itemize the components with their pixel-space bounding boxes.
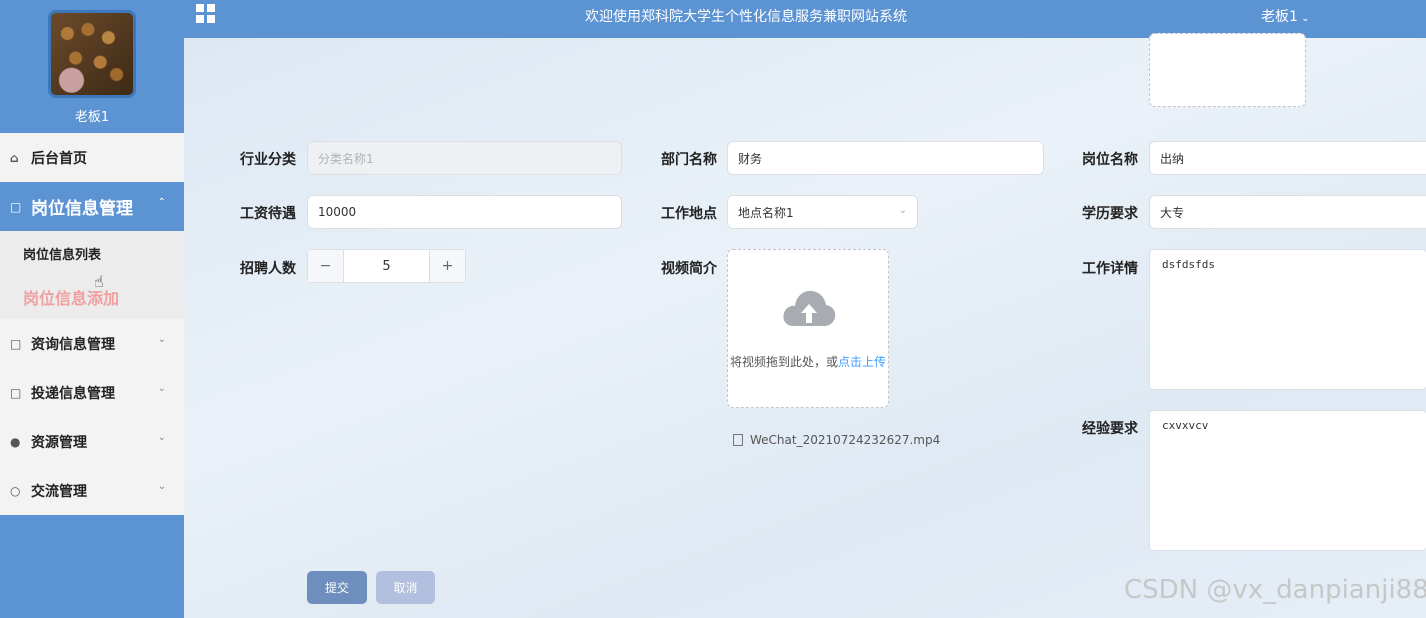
- sidebar-item-label: 资询信息管理: [31, 336, 115, 353]
- increment-button[interactable]: +: [430, 250, 465, 282]
- location-select[interactable]: 地点名称1 ⌄: [727, 195, 918, 229]
- sidebar-username: 老板1: [74, 110, 110, 125]
- sidebar-item-job-management[interactable]: □ 岗位信息管理 ⌃: [0, 182, 184, 231]
- salary-field[interactable]: 10000: [307, 195, 622, 229]
- sidebar-item-exchange-management[interactable]: ○ 交流管理 ⌄: [0, 466, 184, 515]
- sidebar-item-resource-management[interactable]: ● 资源管理 ⌄: [0, 417, 184, 466]
- submenu-item-label: 岗位信息列表: [23, 247, 102, 263]
- industry-placeholder: 分类名称1: [318, 151, 374, 166]
- chevron-down-icon: ⌄: [1297, 13, 1310, 24]
- sidebar-item-label: 后台首页: [31, 150, 87, 167]
- upload-hint: 将视频拖到此处，或点击上传: [728, 353, 888, 370]
- industry-label: 行业分类: [240, 152, 296, 168]
- salary-value: 10000: [318, 205, 357, 219]
- location-pin-icon: ●: [10, 434, 21, 449]
- submit-button[interactable]: 提交: [307, 571, 367, 604]
- sidebar-item-label: 资源管理: [31, 434, 87, 451]
- uploaded-file-name: WeChat_20210724232627.mp4: [750, 433, 941, 447]
- position-field[interactable]: 出纳: [1149, 141, 1426, 175]
- chevron-down-icon: ⌄: [898, 205, 907, 216]
- sidebar: 老板1 ⌂ 后台首页 □ 岗位信息管理 ⌃ 岗位信息列表 岗位信息添加 □ 资询…: [0, 0, 184, 618]
- video-upload-area[interactable]: 将视频拖到此处，或点击上传: [727, 249, 889, 408]
- department-field[interactable]: 财务: [727, 141, 1044, 175]
- sidebar-item-consult-management[interactable]: □ 资询信息管理 ⌄: [0, 319, 184, 368]
- upload-link[interactable]: 点击上传: [838, 355, 886, 369]
- hand-cursor-icon: ☝: [94, 272, 104, 291]
- headcount-value[interactable]: 5: [343, 250, 430, 282]
- department-value: 财务: [738, 151, 763, 166]
- sidebar-item-label: 交流管理: [31, 483, 87, 500]
- chevron-down-icon: ⌄: [157, 432, 166, 443]
- avatar[interactable]: [48, 10, 136, 98]
- cloud-upload-icon: [783, 290, 836, 326]
- home-icon: ⌂: [10, 150, 19, 165]
- sidebar-item-delivery-management[interactable]: □ 投递信息管理 ⌄: [0, 368, 184, 417]
- submenu-item-job-list[interactable]: 岗位信息列表: [0, 231, 184, 275]
- experience-textarea[interactable]: cxvxvcv: [1149, 410, 1426, 551]
- main-content: 行业分类 分类名称1 部门名称 财务 岗位名称 出纳 工资待遇 10000 工作…: [184, 33, 1426, 618]
- headcount-label: 招聘人数: [240, 261, 296, 277]
- submenu-item-job-add[interactable]: 岗位信息添加: [0, 275, 184, 319]
- details-textarea[interactable]: dsfdsfds: [1149, 249, 1426, 390]
- document-icon: □: [10, 385, 22, 400]
- headcount-stepper[interactable]: − 5 +: [307, 249, 466, 283]
- uploaded-file[interactable]: WeChat_20210724232627.mp4: [733, 433, 940, 447]
- document-icon: □: [10, 199, 22, 214]
- video-label: 视频简介: [661, 261, 717, 277]
- user-dropdown[interactable]: 老板1 ⌄: [1261, 6, 1309, 26]
- education-label: 学历要求: [1082, 206, 1138, 222]
- sidebar-item-label: 岗位信息管理: [31, 199, 133, 219]
- position-label: 岗位名称: [1082, 152, 1138, 168]
- site-title: 欢迎使用郑科院大学生个性化信息服务兼职网站系统: [585, 9, 907, 25]
- chevron-up-icon: ⌃: [157, 197, 166, 208]
- submenu: 岗位信息列表 岗位信息添加: [0, 231, 184, 319]
- chat-icon: ○: [10, 483, 21, 498]
- experience-label: 经验要求: [1082, 421, 1138, 437]
- sidebar-menu: ⌂ 后台首页 □ 岗位信息管理 ⌃ 岗位信息列表 岗位信息添加 □ 资询信息管理…: [0, 133, 184, 515]
- menu-grid-icon[interactable]: [196, 4, 215, 23]
- document-icon: □: [10, 336, 22, 351]
- chevron-down-icon: ⌄: [157, 334, 166, 345]
- submenu-item-label: 岗位信息添加: [23, 289, 120, 308]
- chevron-down-icon: ⌄: [157, 481, 166, 492]
- department-label: 部门名称: [661, 152, 717, 168]
- salary-label: 工资待遇: [240, 206, 296, 222]
- cancel-button[interactable]: 取消: [376, 571, 435, 604]
- watermark: CSDN @vx_danpianji889: [1124, 575, 1426, 605]
- decrement-button[interactable]: −: [308, 250, 343, 282]
- position-value: 出纳: [1160, 151, 1185, 166]
- sidebar-item-dashboard[interactable]: ⌂ 后台首页: [0, 133, 184, 182]
- education-value: 大专: [1160, 205, 1185, 220]
- user-dropdown-label: 老板1: [1261, 9, 1298, 25]
- details-label: 工作详情: [1082, 261, 1138, 277]
- education-field[interactable]: 大专: [1149, 195, 1426, 229]
- sidebar-header: 老板1: [0, 0, 184, 133]
- industry-field[interactable]: 分类名称1: [307, 141, 622, 175]
- location-label: 工作地点: [661, 206, 717, 222]
- chevron-down-icon: ⌄: [157, 383, 166, 394]
- upload-hint-text: 将视频拖到此处，或: [729, 355, 838, 369]
- location-value: 地点名称1: [738, 205, 794, 220]
- sidebar-item-label: 投递信息管理: [31, 385, 115, 402]
- image-upload-area[interactable]: [1149, 33, 1306, 107]
- file-icon: [733, 434, 743, 446]
